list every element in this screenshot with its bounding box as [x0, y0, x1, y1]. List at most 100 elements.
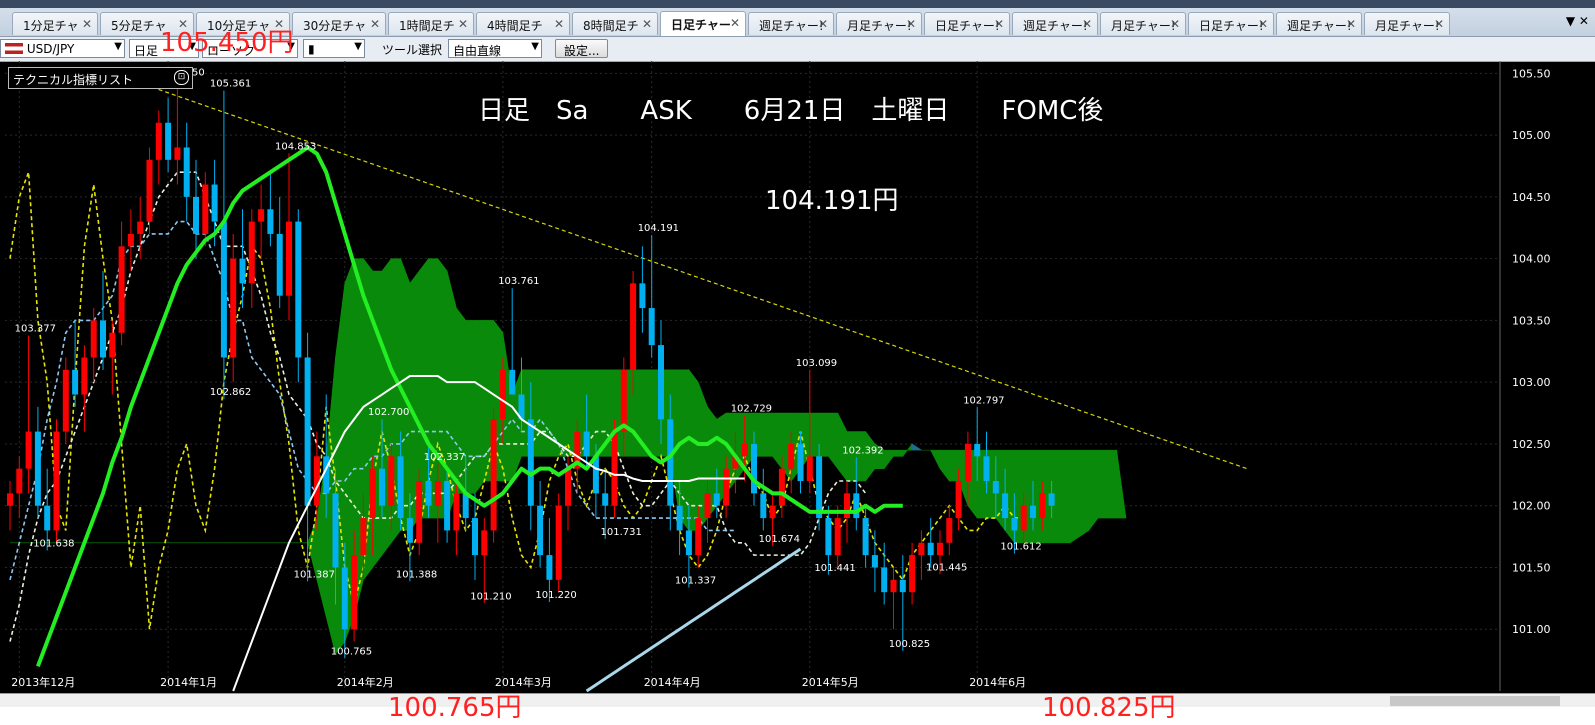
tab-5[interactable]: 1時間足チ ✕	[388, 12, 474, 35]
price-annotation: 102.700	[368, 407, 409, 418]
tab-9[interactable]: 週足チャー! ✕	[748, 12, 834, 35]
tab-16[interactable]: 月足チャー! ✕	[1364, 12, 1450, 35]
top-price-annotation: 105.450円	[160, 28, 294, 58]
tab-6[interactable]: 4時間足チ ✕	[476, 12, 570, 35]
candlestick-chart[interactable]: 105.50 105.00 104.50 104.00 103.50 103.00 102.…	[0, 61, 1595, 693]
indicator-list-button[interactable]: テクニカル指標リスト ⊡	[8, 67, 193, 89]
cloud-segment	[1107, 449, 1117, 519]
candle-body	[341, 567, 348, 630]
candle-body	[918, 542, 925, 556]
tab-controls[interactable]: ▼ ✕	[1566, 14, 1589, 28]
candle-body	[778, 468, 785, 506]
candle-body	[286, 221, 292, 296]
cloud-segment	[772, 412, 783, 470]
candle-body	[639, 283, 646, 309]
candle-body	[369, 468, 376, 519]
close-icon[interactable]: ✕	[554, 17, 564, 31]
x-tick-label: 2014年3月	[495, 675, 552, 689]
cloud-segment	[1088, 449, 1099, 532]
x-tick-label: 2014年4月	[644, 675, 701, 689]
candle-body	[602, 493, 609, 506]
candle-body	[853, 493, 860, 519]
tab-label: 8時間足チ	[583, 19, 639, 33]
tab-14[interactable]: 日足チャー! ✕	[1188, 12, 1274, 35]
tab-10[interactable]: 月足チャー! ✕	[836, 12, 922, 35]
close-icon[interactable]: ✕	[1258, 17, 1268, 31]
tab-8[interactable]: 日足チャー ✕	[660, 11, 746, 36]
candle-body	[425, 481, 432, 506]
chevron-down-icon: ▼	[531, 41, 539, 52]
candle-body	[844, 493, 850, 519]
settings-button[interactable]: 設定...	[555, 39, 609, 58]
tab-label: 週足チャー!	[759, 19, 824, 33]
candle-body	[871, 555, 878, 568]
close-icon[interactable]: ✕	[1082, 17, 1092, 31]
price-annotation: 101.388	[396, 569, 437, 580]
tab-11[interactable]: 日足チャー! ✕	[924, 12, 1010, 35]
candle-body	[276, 233, 283, 296]
candle-body	[816, 456, 823, 519]
candle-body	[53, 431, 60, 531]
tab-13[interactable]: 月足チャー! ✕	[1100, 12, 1186, 35]
tab-4[interactable]: 30分足チャ ✕	[292, 12, 386, 35]
candle-body	[648, 308, 655, 346]
close-icon[interactable]: ✕	[818, 17, 828, 31]
chart-title-overlay: 日足 Sa ASK 6月21日 土曜日 FOMC後	[478, 96, 1103, 126]
expand-icon[interactable]: ⊡	[174, 70, 189, 85]
candle-body	[118, 246, 125, 333]
candle-body	[127, 233, 134, 247]
candle-body	[220, 221, 227, 358]
candle-body	[304, 357, 311, 506]
tab-label: 月足チャー!	[847, 19, 912, 33]
candle-body	[527, 419, 534, 506]
candle-body	[258, 209, 265, 222]
close-icon[interactable]: ✕	[1170, 17, 1180, 31]
marker-select[interactable]: ▮ ▼	[303, 39, 365, 58]
tab-label: 週足チャー!	[1023, 19, 1088, 33]
scrollbar-thumb[interactable]	[1390, 696, 1560, 706]
candle-body	[667, 419, 674, 506]
tab-15[interactable]: 週足チャー! ✕	[1276, 12, 1362, 35]
chevron-down-icon: ▼	[114, 41, 122, 52]
candle-body	[434, 481, 441, 506]
price-annotation: 101.210	[470, 591, 511, 602]
tool-select[interactable]: 自由直線 ▼	[448, 39, 542, 58]
candle-body	[137, 221, 144, 234]
price-annotation: 101.612	[1000, 542, 1041, 553]
price-annotation: 104.853	[275, 141, 316, 152]
tab-label: 月足チャー!	[1375, 19, 1440, 33]
candle-body	[769, 505, 776, 519]
close-icon[interactable]: ✕	[1346, 17, 1356, 31]
window-top-strip	[0, 0, 1595, 8]
horizontal-scrollbar[interactable]	[0, 693, 1595, 708]
close-icon[interactable]: ✕	[642, 17, 652, 31]
cloud-segment	[939, 449, 950, 482]
x-tick-label: 2014年2月	[337, 675, 394, 689]
cloud-segment	[930, 449, 941, 469]
candle-body	[862, 518, 869, 556]
candle-body	[453, 493, 460, 531]
close-icon[interactable]: ✕	[370, 17, 380, 31]
candle-body	[695, 518, 702, 556]
close-icon[interactable]: ✕	[906, 17, 916, 31]
cloud-segment	[911, 443, 923, 451]
candle-body	[583, 431, 590, 457]
candle-body	[100, 320, 106, 358]
close-icon[interactable]: ✕	[458, 17, 468, 31]
tab-12[interactable]: 週足チャー! ✕	[1012, 12, 1098, 35]
close-icon[interactable]: ✕	[1434, 17, 1444, 31]
tab-1[interactable]: 1分足チャ ✕	[12, 12, 98, 35]
candle-body	[537, 505, 544, 556]
close-icon[interactable]: ✕	[730, 16, 740, 30]
candle-body	[25, 431, 32, 469]
close-icon[interactable]: ✕	[82, 17, 92, 31]
tab-label: 1分足チャ	[23, 19, 79, 33]
candle-body	[211, 184, 218, 222]
candle-body	[16, 468, 23, 494]
y-tick-label: 105.00	[1512, 129, 1551, 142]
cloud-segment	[465, 320, 476, 494]
symbol-select[interactable]: USD/JPY ▼	[0, 39, 125, 58]
candle-body	[444, 481, 451, 531]
tab-7[interactable]: 8時間足チ ✕	[572, 12, 658, 35]
close-icon[interactable]: ✕	[994, 17, 1004, 31]
